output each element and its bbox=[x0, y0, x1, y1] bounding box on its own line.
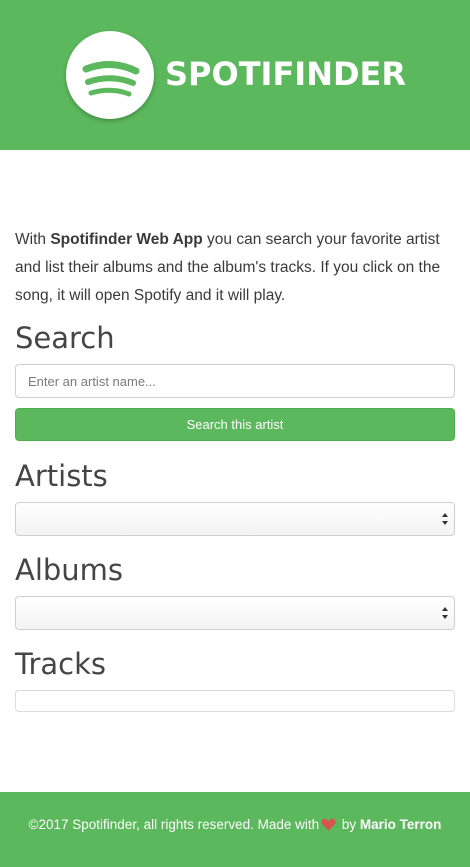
albums-heading: Albums bbox=[15, 553, 124, 587]
tracks-heading: Tracks bbox=[15, 647, 106, 681]
app-header: SPOTIFINDER bbox=[0, 0, 470, 150]
artists-select[interactable] bbox=[15, 502, 455, 536]
heart-icon bbox=[321, 818, 336, 831]
brand-title: SPOTIFINDER bbox=[165, 55, 407, 93]
footer-by: by bbox=[338, 817, 360, 832]
tracks-list bbox=[15, 690, 455, 712]
artists-heading: Artists bbox=[15, 459, 108, 493]
artist-search-input[interactable] bbox=[15, 364, 455, 398]
select-arrows-icon bbox=[442, 513, 448, 525]
search-heading: Search bbox=[15, 321, 115, 355]
select-arrows-icon bbox=[442, 607, 448, 619]
spotify-logo-icon bbox=[66, 31, 154, 119]
intro-prefix: With bbox=[15, 230, 51, 248]
intro-app-name: Spotifinder Web App bbox=[50, 230, 203, 248]
intro-paragraph: With Spotifinder Web App you can search … bbox=[15, 226, 455, 310]
footer-copyright: ©2017 Spotifinder, all rights reserved. … bbox=[28, 817, 320, 832]
app-footer: ©2017 Spotifinder, all rights reserved. … bbox=[0, 792, 470, 867]
search-artist-button[interactable]: Search this artist bbox=[15, 408, 455, 441]
footer-author-link[interactable]: Mario Terron bbox=[360, 817, 442, 832]
albums-select[interactable] bbox=[15, 596, 455, 630]
footer-text-line: ©2017 Spotifinder, all rights reserved. … bbox=[0, 816, 470, 834]
